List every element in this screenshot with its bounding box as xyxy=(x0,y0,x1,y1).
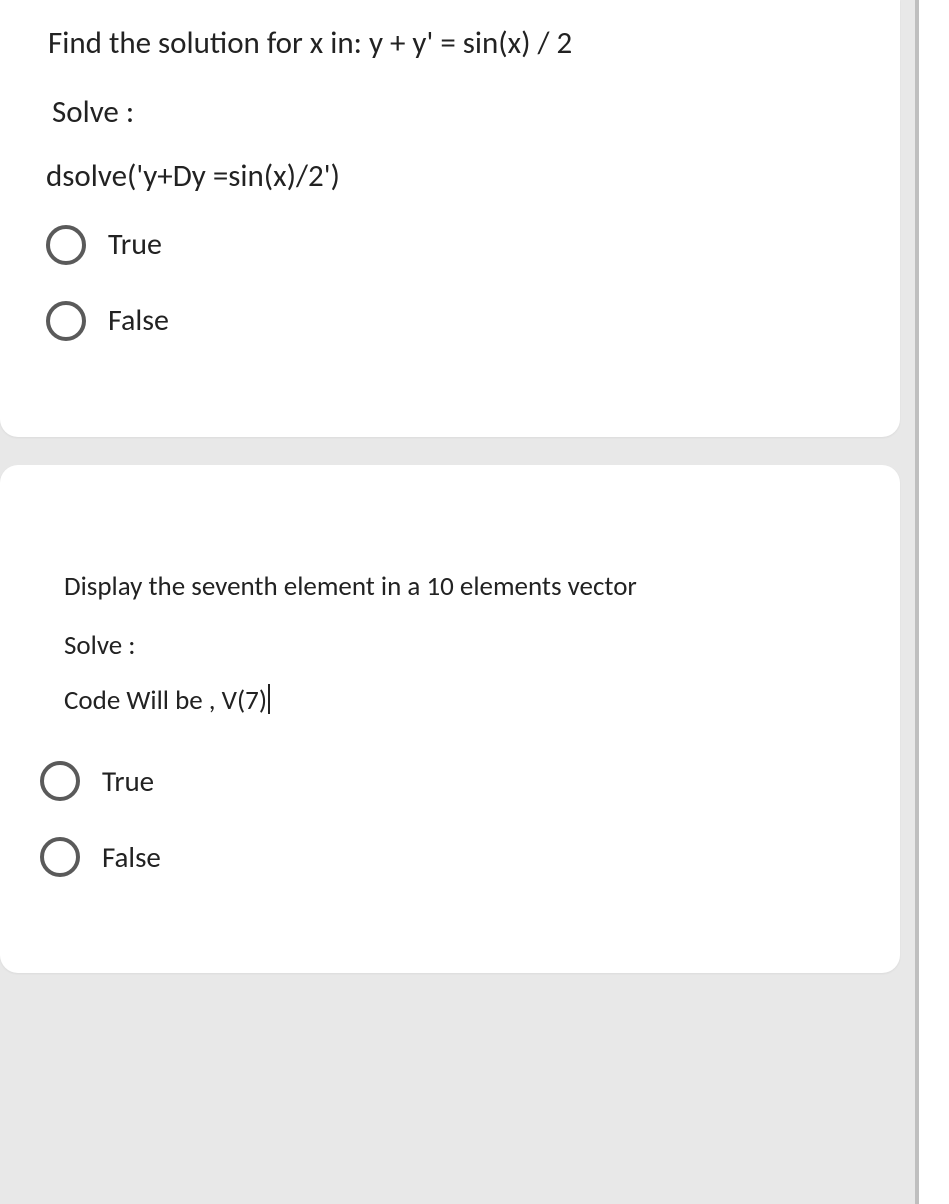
radio-icon xyxy=(46,225,86,265)
option-label: False xyxy=(102,839,161,875)
option-false[interactable]: False xyxy=(46,301,860,341)
question-prompt: Find the solution for x in: y + y' = sin… xyxy=(48,20,860,67)
options-group: True False xyxy=(40,225,860,341)
option-label: True xyxy=(108,226,162,263)
options-group: True False xyxy=(40,761,860,877)
question-prompt: Display the seventh element in a 10 elem… xyxy=(64,567,860,608)
option-label: True xyxy=(102,763,154,799)
right-rail xyxy=(915,0,949,1204)
question-code: dsolve('y+Dy =sin(x)/2') xyxy=(46,157,860,195)
option-true[interactable]: True xyxy=(40,761,860,801)
option-true[interactable]: True xyxy=(46,225,860,265)
radio-icon xyxy=(46,301,86,341)
option-false[interactable]: False xyxy=(40,837,860,877)
question-code: Code Will be , V(7) xyxy=(64,684,860,717)
option-label: False xyxy=(108,302,169,339)
radio-icon xyxy=(40,761,80,801)
question-card-1: Find the solution for x in: y + y' = sin… xyxy=(0,0,900,437)
solve-label: Solve : xyxy=(52,93,860,131)
question-card-2: Display the seventh element in a 10 elem… xyxy=(0,465,900,974)
solve-label: Solve : xyxy=(64,629,860,662)
radio-icon xyxy=(40,837,80,877)
